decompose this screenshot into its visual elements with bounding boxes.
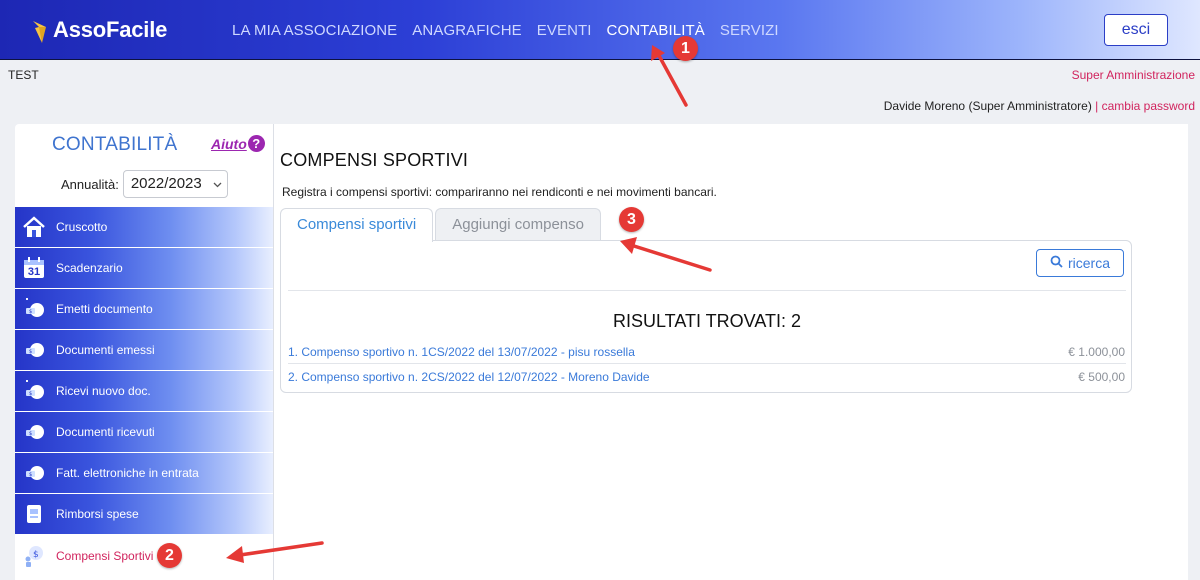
change-password-link[interactable]: cambia password bbox=[1102, 99, 1195, 113]
sidebar-item-scadenzario[interactable]: 31 Scadenzario bbox=[15, 248, 273, 289]
nav-item-servizi[interactable]: SERVIZI bbox=[720, 22, 779, 39]
help-icon: ? bbox=[247, 135, 265, 152]
table-row: 2. Compenso sportivo n. 2CS/2022 del 12/… bbox=[288, 365, 1126, 389]
search-icon bbox=[1050, 255, 1063, 271]
user-name: Davide Moreno (Super Amministratore) bbox=[883, 99, 1092, 113]
separator: | bbox=[1095, 99, 1099, 113]
sidebar-item-label: Scadenzario bbox=[56, 261, 123, 275]
organization-name: TEST bbox=[8, 68, 39, 82]
result-amount: € 500,00 bbox=[1078, 370, 1125, 384]
tabs: Compensi sportivi Aggiungi compenso bbox=[280, 208, 601, 242]
annotation-arrow-2 bbox=[226, 541, 324, 563]
sidebar-item-label: Cruscotto bbox=[56, 220, 108, 234]
sidebar-item-label: Fatt. elettroniche in entrata bbox=[56, 466, 199, 480]
sidebar-item-documenti-emessi[interactable]: $ Documenti emessi bbox=[15, 330, 273, 371]
logout-button[interactable]: esci bbox=[1104, 14, 1168, 46]
sidebar-item-label: Compensi Sportivi bbox=[56, 548, 154, 563]
sidebar-item-emetti-documento[interactable]: $ Emetti documento bbox=[15, 289, 273, 330]
logo[interactable]: AssoFacile bbox=[30, 14, 167, 46]
result-amount: € 1.000,00 bbox=[1068, 344, 1125, 359]
help-label: Aiuto bbox=[211, 135, 247, 152]
sidebar-item-ricevi-nuovo-doc[interactable]: $ Ricevi nuovo doc. bbox=[15, 371, 273, 412]
calendar-icon: 31 bbox=[21, 255, 47, 281]
user-info: Davide Moreno (Super Amministratore) | c… bbox=[884, 99, 1195, 113]
sidebar-item-documenti-ricevuti[interactable]: $ Documenti ricevuti bbox=[15, 412, 273, 453]
logo-star-icon bbox=[30, 17, 52, 43]
svg-text:$: $ bbox=[29, 431, 32, 437]
annotation-badge-3: 3 bbox=[619, 207, 644, 232]
sidebar-item-label: Documenti emessi bbox=[56, 343, 155, 357]
reimbursement-icon bbox=[21, 501, 47, 527]
home-icon bbox=[21, 214, 47, 240]
main-content: COMPENSI SPORTIVI Registra i compensi sp… bbox=[274, 124, 1188, 580]
svg-text:$: $ bbox=[33, 550, 39, 560]
result-link[interactable]: 2. Compenso sportivo n. 2CS/2022 del 12/… bbox=[288, 370, 650, 384]
received-documents-icon: $ bbox=[21, 419, 47, 445]
sidebar-item-cruscotto[interactable]: Cruscotto bbox=[15, 207, 273, 248]
main-nav: LA MIA ASSOCIAZIONE ANAGRAFICHE EVENTI C… bbox=[232, 22, 779, 39]
year-label: Annualità: bbox=[61, 176, 119, 192]
year-value: 2022/2023 bbox=[130, 175, 202, 192]
nav-item-eventi[interactable]: EVENTI bbox=[537, 22, 592, 39]
annotation-arrow-3 bbox=[620, 237, 712, 272]
issue-document-icon: $ bbox=[21, 296, 47, 322]
logo-text: AssoFacile bbox=[53, 17, 168, 42]
annotation-badge-1: 1 bbox=[673, 36, 698, 61]
calendar-day: 31 bbox=[27, 266, 41, 278]
sidebar-title: CONTABILITÀ bbox=[52, 134, 178, 155]
divider bbox=[288, 290, 1126, 291]
svg-text:$: $ bbox=[29, 349, 32, 355]
issued-documents-icon: $ bbox=[21, 337, 47, 363]
sidebar-item-label: Documenti ricevuti bbox=[56, 425, 155, 439]
page-title: COMPENSI SPORTIVI bbox=[280, 150, 469, 170]
year-selector: Annualità: 2022/2023 bbox=[61, 170, 228, 198]
tab-compensi-sportivi[interactable]: Compensi sportivi bbox=[280, 208, 434, 242]
einvoice-icon: $ bbox=[21, 460, 47, 486]
sidebar-item-label: Emetti documento bbox=[56, 302, 153, 316]
sidebar-item-fatt-elettroniche[interactable]: $ Fatt. elettroniche in entrata bbox=[15, 453, 273, 494]
sidebar-item-label: Ricevi nuovo doc. bbox=[56, 384, 151, 398]
svg-text:$: $ bbox=[29, 472, 32, 478]
svg-text:$: $ bbox=[29, 391, 32, 397]
results-title: RISULTATI TROVATI: 2 bbox=[612, 311, 802, 331]
page-description: Registra i compensi sportivi: compariran… bbox=[282, 185, 717, 199]
sidebar: CONTABILITÀ Aiuto ? Annualità: 2022/2023… bbox=[15, 124, 274, 580]
svg-text:$: $ bbox=[29, 309, 32, 315]
nav-item-anagrafiche[interactable]: ANAGRAFICHE bbox=[412, 22, 521, 39]
table-row: 1. Compenso sportivo n. 1CS/2022 del 13/… bbox=[288, 340, 1126, 364]
annotation-badge-2: 2 bbox=[157, 543, 182, 568]
chevron-down-icon bbox=[213, 172, 222, 209]
year-select[interactable]: 2022/2023 bbox=[122, 170, 228, 198]
receive-document-icon: $ bbox=[21, 378, 47, 404]
result-link[interactable]: 1. Compenso sportivo n. 1CS/2022 del 13/… bbox=[288, 345, 635, 359]
search-button-label: ricerca bbox=[1067, 255, 1110, 271]
sport-compensation-icon: $ bbox=[21, 543, 47, 569]
super-admin-link[interactable]: Super Amministrazione bbox=[1072, 68, 1195, 82]
tab-aggiungi-compenso[interactable]: Aggiungi compenso bbox=[435, 208, 601, 241]
top-navbar: AssoFacile LA MIA ASSOCIAZIONE ANAGRAFIC… bbox=[0, 0, 1200, 60]
sidebar-item-label: Rimborsi spese bbox=[56, 507, 139, 521]
sidebar-menu: Cruscotto 31 Scadenzario $ Emetti docume… bbox=[15, 207, 273, 576]
sidebar-item-rimborsi-spese[interactable]: Rimborsi spese bbox=[15, 494, 273, 535]
help-button[interactable]: Aiuto ? bbox=[211, 135, 265, 152]
nav-item-associazione[interactable]: LA MIA ASSOCIAZIONE bbox=[232, 22, 397, 39]
search-button[interactable]: ricerca bbox=[1036, 249, 1124, 277]
